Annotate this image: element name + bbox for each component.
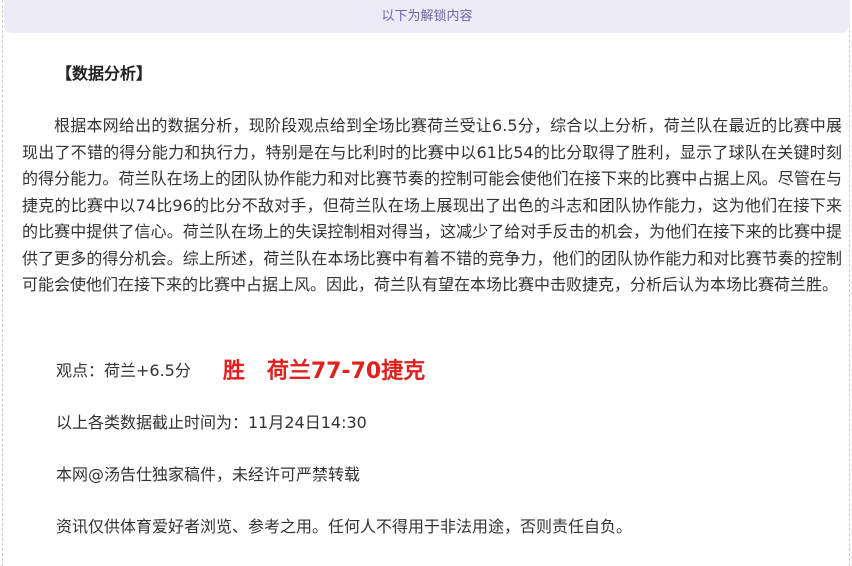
prediction-result: 胜 荷兰77-70捷克 [222,359,426,384]
data-cutoff-time: 以上各类数据截止时间为：11月24日14:30 [56,413,367,432]
unlock-banner: 以下为解锁内容 [4,0,850,33]
prediction-row: 观点：荷兰+6.5分 胜 荷兰77-70捷克 [56,352,425,386]
copyright-notice: 本网@汤告仕独家稿件，未经许可严禁转载 [56,465,361,484]
section-heading: 【数据分析】 [56,64,153,83]
prediction-label: 观点：荷兰+6.5分 [56,361,191,380]
disclaimer-notice: 资讯仅供体育爱好者浏览、参考之用。任何人不得用于非法用途，否则责任自负。 [56,517,633,536]
analysis-paragraph: 根据本网给出的数据分析，现阶段观点给到全场比赛荷兰受让6.5分，综合以上分析，荷… [22,116,842,294]
